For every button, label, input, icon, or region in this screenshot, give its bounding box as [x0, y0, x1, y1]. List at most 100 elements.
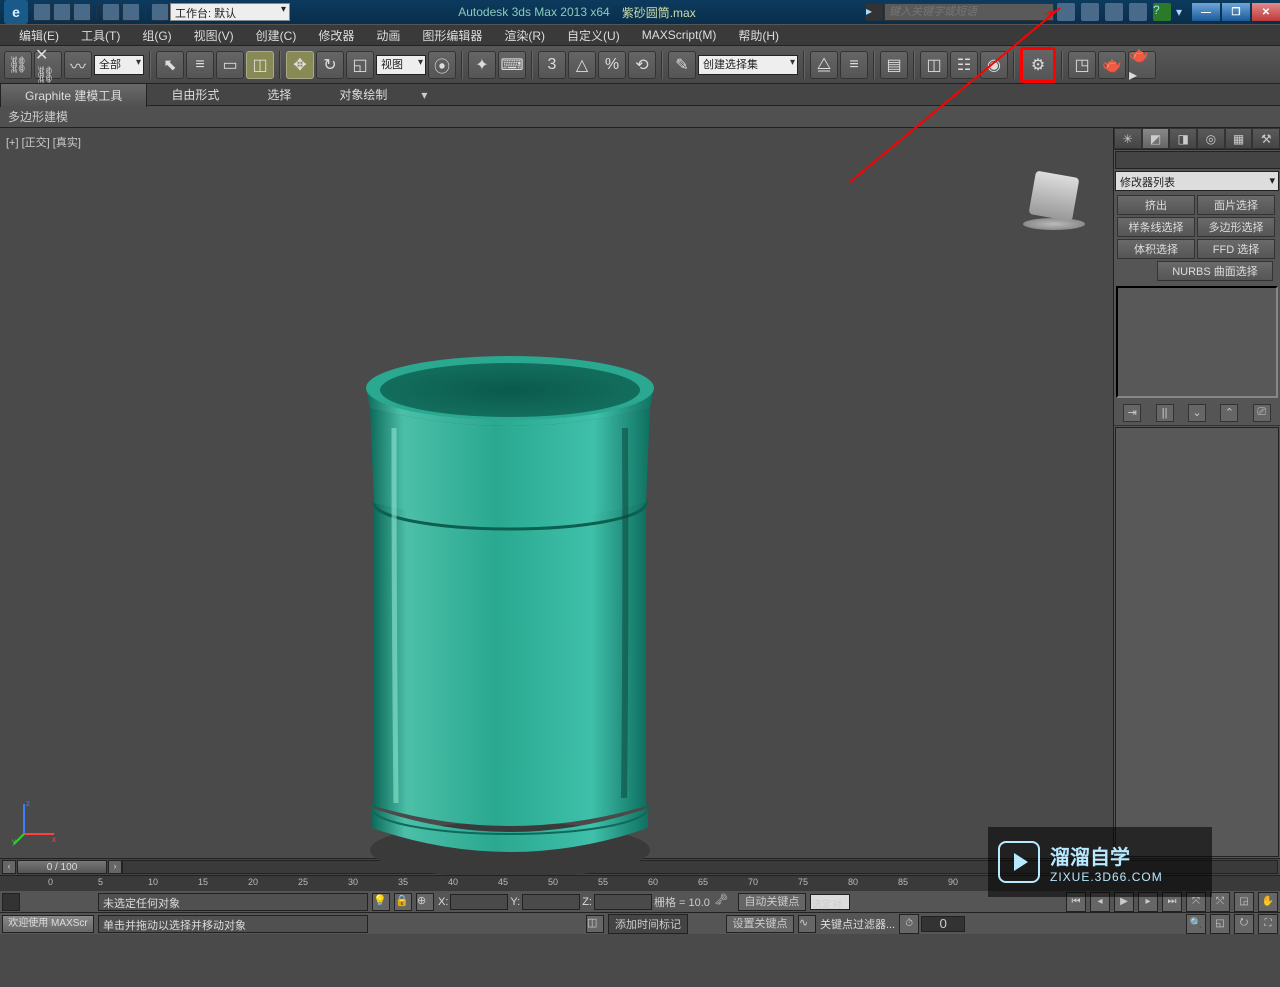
render-frame-icon[interactable]: ◳: [1068, 51, 1096, 79]
pan-icon[interactable]: ✋: [1258, 892, 1278, 912]
zoom-icon[interactable]: 🔍: [1186, 914, 1206, 934]
viewcube[interactable]: [1019, 168, 1089, 238]
mod-btn-patch[interactable]: 面片选择: [1197, 195, 1275, 215]
help-icon[interactable]: ?: [1153, 3, 1171, 21]
exchange-icon[interactable]: [1105, 3, 1123, 21]
maximize-viewport-icon[interactable]: ⛶: [1258, 914, 1278, 934]
menu-views[interactable]: 视图(V): [183, 25, 245, 46]
comm-icon[interactable]: [1081, 3, 1099, 21]
scale-icon[interactable]: ◱: [346, 51, 374, 79]
window-crossing-icon[interactable]: ◫: [246, 51, 274, 79]
mod-btn-extrude[interactable]: 挤出: [1117, 195, 1195, 215]
favorite-icon[interactable]: [1129, 3, 1147, 21]
mod-btn-poly[interactable]: 多边形选择: [1197, 217, 1275, 237]
modify-tab-icon[interactable]: ◩: [1142, 128, 1170, 149]
move-icon[interactable]: ✥: [286, 51, 314, 79]
display-tab-icon[interactable]: ▦: [1225, 128, 1253, 149]
mirror-icon[interactable]: ⧋: [810, 51, 838, 79]
angle-snap-icon[interactable]: △: [568, 51, 596, 79]
menu-maxscript[interactable]: MAXScript(M): [631, 26, 728, 44]
named-sel-combo[interactable]: 创建选择集: [698, 55, 798, 75]
workspace-combo[interactable]: 工作台: 默认: [170, 3, 290, 21]
menu-customize[interactable]: 自定义(U): [556, 25, 631, 46]
percent-snap-icon[interactable]: %: [598, 51, 626, 79]
isolate-icon[interactable]: ◫: [586, 915, 604, 933]
maximize-button[interactable]: ❐: [1222, 3, 1250, 21]
mod-btn-vol[interactable]: 体积选择: [1117, 239, 1195, 259]
key-mode-icon[interactable]: 🗝: [714, 893, 734, 911]
minimize-button[interactable]: —: [1192, 3, 1220, 21]
search-icon[interactable]: [1057, 3, 1075, 21]
undo-icon[interactable]: [102, 3, 120, 21]
timeslider-prev-icon[interactable]: ‹: [2, 860, 16, 874]
search-input[interactable]: [884, 3, 1054, 21]
menu-rendering[interactable]: 渲染(R): [493, 25, 556, 46]
utilities-tab-icon[interactable]: ⚒: [1252, 128, 1280, 149]
new-icon[interactable]: [33, 3, 51, 21]
coord-y-input[interactable]: [522, 894, 580, 910]
time-config-icon[interactable]: ⏱: [899, 914, 919, 934]
ribbon-tab-graphite[interactable]: Graphite 建模工具: [0, 83, 147, 107]
render-setup-icon[interactable]: ⚙: [1020, 47, 1056, 83]
configure-sets-icon[interactable]: ⎚: [1253, 404, 1271, 422]
zoom-region-icon[interactable]: ◱: [1210, 914, 1230, 934]
orbit-icon[interactable]: ⭮: [1234, 914, 1254, 934]
pivot-icon[interactable]: ⦿: [428, 51, 456, 79]
ribbon-dropdown-icon[interactable]: ▾: [411, 85, 437, 105]
menu-edit[interactable]: 编辑(E): [8, 25, 70, 46]
ribbon-tab-select[interactable]: 选择: [243, 83, 315, 106]
bind-space-warp-icon[interactable]: 〰: [64, 51, 92, 79]
project-icon[interactable]: [151, 3, 169, 21]
pin-stack-icon[interactable]: ⇥: [1123, 404, 1141, 422]
edit-named-sel-icon[interactable]: ✎: [668, 51, 696, 79]
motion-tab-icon[interactable]: ◎: [1197, 128, 1225, 149]
coord-mode-icon[interactable]: ⊕: [416, 893, 434, 911]
spinner-snap-icon[interactable]: ⟲: [628, 51, 656, 79]
save-icon[interactable]: [73, 3, 91, 21]
maxscript-mini-icon[interactable]: [2, 893, 20, 911]
menu-modifiers[interactable]: 修改器: [307, 25, 365, 46]
mod-btn-ffd[interactable]: FFD 选择: [1197, 239, 1275, 259]
app-logo-icon[interactable]: e: [4, 0, 28, 24]
lock2-icon[interactable]: 🔒: [394, 893, 412, 911]
ref-coord-combo[interactable]: 视图: [376, 55, 426, 75]
modifier-stack[interactable]: [1116, 286, 1278, 398]
ribbon-sub-label[interactable]: 多边形建模: [8, 108, 68, 125]
make-unique-icon[interactable]: ⌄: [1188, 404, 1206, 422]
modifier-list-combo[interactable]: 修改器列表: [1115, 171, 1279, 191]
rotate-icon[interactable]: ↻: [316, 51, 344, 79]
key-filter-icon[interactable]: ∿: [798, 915, 816, 933]
keyboard-shortcut-icon[interactable]: ⌨: [498, 51, 526, 79]
scene-object-cup[interactable]: [340, 328, 700, 888]
select-name-icon[interactable]: ≡: [186, 51, 214, 79]
menu-grapheditors[interactable]: 图形编辑器: [411, 25, 493, 46]
hierarchy-tab-icon[interactable]: ◨: [1169, 128, 1197, 149]
rollout-area[interactable]: [1115, 427, 1279, 857]
menu-create[interactable]: 创建(C): [245, 25, 308, 46]
filter-combo[interactable]: 全部: [94, 55, 144, 75]
curve-editor-icon[interactable]: ◫: [920, 51, 948, 79]
unlink-icon[interactable]: ✕⛓: [34, 51, 62, 79]
coord-x-input[interactable]: [450, 894, 508, 910]
viewport-label[interactable]: [+] [正交] [真实]: [6, 134, 81, 150]
ribbon-tab-paint[interactable]: 对象绘制: [315, 83, 411, 106]
welcome-button[interactable]: 欢迎使用 MAXScr: [2, 915, 94, 933]
align-icon[interactable]: ≡: [840, 51, 868, 79]
menu-tools[interactable]: 工具(T): [70, 25, 131, 46]
mod-btn-spline[interactable]: 样条线选择: [1117, 217, 1195, 237]
coord-z-input[interactable]: [594, 894, 652, 910]
remove-mod-icon[interactable]: ⌃: [1220, 404, 1238, 422]
create-tab-icon[interactable]: ✳: [1114, 128, 1142, 149]
render-last-icon[interactable]: 🫖▸: [1128, 51, 1156, 79]
add-time-tag[interactable]: 添加时间标记: [608, 914, 688, 934]
current-frame-input[interactable]: [921, 916, 965, 932]
snap-3d-icon[interactable]: 3: [538, 51, 566, 79]
select-icon[interactable]: ⬉: [156, 51, 184, 79]
close-button[interactable]: ✕: [1252, 3, 1280, 21]
render-prod-icon[interactable]: 🫖: [1098, 51, 1126, 79]
link-icon[interactable]: ⛓: [4, 51, 32, 79]
set-key-button[interactable]: 设置关键点: [726, 915, 794, 933]
ribbon-tab-freeform[interactable]: 自由形式: [147, 83, 243, 106]
redo-icon[interactable]: [122, 3, 140, 21]
key-filter-label[interactable]: 关键点过滤器...: [820, 916, 895, 932]
